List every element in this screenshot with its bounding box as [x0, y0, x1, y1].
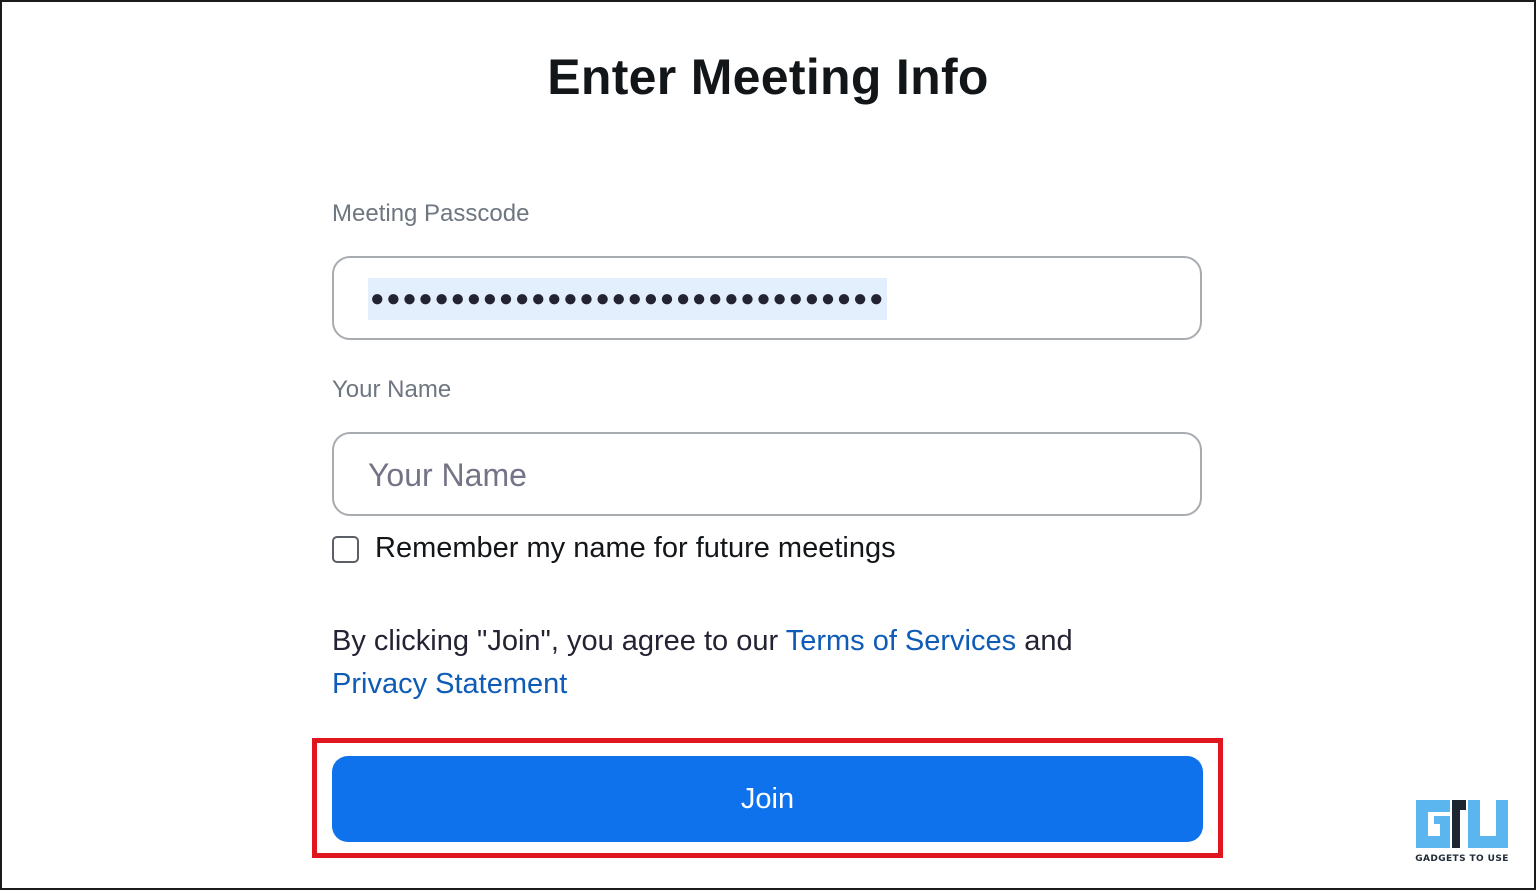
passcode-masked-value: ●●●●●●●●●●●●●●●●●●●●●●●●●●●●●●●●	[368, 278, 888, 320]
name-input[interactable]: Your Name	[332, 432, 1202, 516]
passcode-label: Meeting Passcode	[332, 200, 530, 227]
agreement-connector: and	[1016, 625, 1073, 657]
remember-name-label[interactable]: Remember my name for future meetings	[375, 532, 896, 565]
watermark-logo: GADGETS TO USE	[1410, 792, 1514, 872]
remember-name-row[interactable]: Remember my name for future meetings	[332, 532, 1202, 565]
page-title: Enter Meeting Info	[547, 49, 989, 105]
terms-agreement: By clicking "Join", you agree to our Ter…	[332, 620, 1202, 706]
terms-of-services-link[interactable]: Terms of Services	[786, 625, 1016, 657]
remember-name-checkbox[interactable]	[332, 536, 359, 563]
name-label: Your Name	[332, 376, 452, 403]
passcode-input[interactable]: ●●●●●●●●●●●●●●●●●●●●●●●●●●●●●●●●	[332, 256, 1202, 340]
privacy-statement-link[interactable]: Privacy Statement	[332, 668, 567, 700]
join-button[interactable]: Join	[332, 756, 1203, 842]
name-placeholder: Your Name	[368, 457, 527, 493]
agreement-prefix: By clicking "Join", you agree to our	[332, 625, 786, 657]
gadgets-to-use-logo-icon	[1416, 800, 1508, 848]
watermark-caption: GADGETS TO USE	[1415, 854, 1509, 864]
